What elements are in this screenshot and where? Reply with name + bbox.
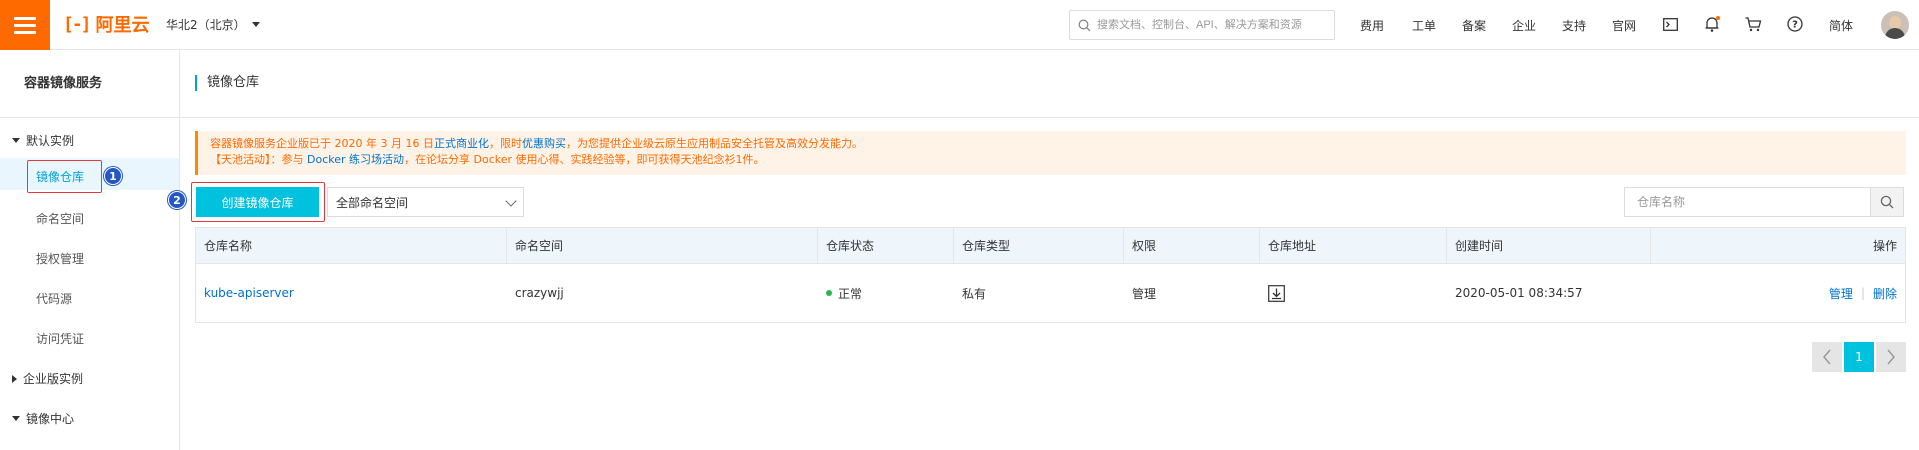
notice-text: 容器镜像服务企业版已于 2020 年 3 月 16 日 bbox=[210, 137, 434, 150]
repo-search-input[interactable] bbox=[1625, 188, 1870, 216]
col-header-name: 仓库名称 bbox=[196, 228, 507, 263]
divider bbox=[0, 117, 180, 118]
top-bar: [-] 阿里云 华北2（北京） 费用 工单 备案 企业 支持 官网 ? 简体 bbox=[0, 0, 1919, 50]
delete-link[interactable]: 删除 bbox=[1873, 285, 1897, 302]
sidebar-item-authorization[interactable]: 授权管理 bbox=[36, 250, 84, 267]
step-badge-2: 2 bbox=[168, 191, 186, 209]
bell-icon[interactable] bbox=[1703, 15, 1721, 33]
notice-banner: 容器镜像服务企业版已于 2020 年 3 月 16 日正式商业化，限时优惠购买，… bbox=[195, 131, 1906, 175]
highlight-box bbox=[27, 160, 102, 193]
caret-down-icon bbox=[12, 138, 20, 143]
col-header-actions: 操作 bbox=[1872, 239, 1897, 253]
manage-link[interactable]: 管理 bbox=[1829, 285, 1853, 302]
cell-actions: 管理 | 删除 bbox=[1651, 264, 1905, 322]
global-search[interactable] bbox=[1069, 10, 1335, 40]
repo-table: 仓库名称 命名空间 仓库状态 仓库类型 权限 仓库地址 创建时间 操作 kube… bbox=[195, 227, 1906, 323]
search-icon bbox=[1078, 19, 1091, 31]
nav-website[interactable]: 官网 bbox=[1612, 17, 1636, 34]
download-icon[interactable] bbox=[1268, 284, 1285, 302]
cell-name: kube-apiserver bbox=[196, 264, 507, 322]
col-header-status: 仓库状态 bbox=[818, 228, 954, 263]
main-header: 镜像仓库 bbox=[180, 50, 1919, 117]
sidebar-group-label: 企业版实例 bbox=[23, 372, 84, 386]
notice-text: ，为您提供企业级云原生应用制品安全托管及高效分发能力。 bbox=[565, 137, 863, 150]
nav-tickets[interactable]: 工单 bbox=[1412, 17, 1436, 34]
caret-down-icon bbox=[251, 22, 260, 27]
col-header-namespace: 命名空间 bbox=[507, 228, 818, 263]
region-selector[interactable]: 华北2（北京） bbox=[166, 16, 260, 33]
namespace-select-value: 全部命名空间 bbox=[336, 195, 409, 210]
notice-text: 【天池活动】：参与 bbox=[210, 153, 307, 166]
cell-namespace: crazywjj bbox=[515, 286, 564, 300]
cell-status: 正常 bbox=[818, 264, 954, 322]
repo-name-link[interactable]: kube-apiserver bbox=[204, 286, 294, 300]
region-label: 华北2（北京） bbox=[166, 18, 246, 32]
repo-search bbox=[1624, 187, 1904, 217]
cart-icon[interactable] bbox=[1744, 15, 1762, 33]
sidebar-group-label: 镜像中心 bbox=[26, 412, 75, 426]
caret-right-icon bbox=[12, 374, 17, 383]
docker-activity-link[interactable]: Docker 练习场活动 bbox=[307, 153, 404, 166]
global-search-input[interactable] bbox=[1097, 19, 1327, 31]
chevron-down-icon bbox=[505, 195, 517, 207]
sidebar-group-enterprise[interactable]: 企业版实例 bbox=[12, 370, 83, 387]
chevron-right-icon bbox=[1887, 349, 1895, 365]
search-icon bbox=[1880, 195, 1894, 209]
chevron-left-icon bbox=[1823, 349, 1831, 365]
sidebar-group-default[interactable]: 默认实例 bbox=[12, 132, 74, 149]
nav-fees[interactable]: 费用 bbox=[1360, 17, 1384, 34]
nav-icp[interactable]: 备案 bbox=[1462, 17, 1486, 34]
separator: | bbox=[1860, 286, 1865, 300]
commercial-link[interactable]: 正式商业化 bbox=[434, 137, 489, 150]
cell-address bbox=[1260, 264, 1447, 322]
svg-text:?: ? bbox=[1792, 20, 1798, 31]
language-switch[interactable]: 简体 bbox=[1829, 17, 1853, 34]
sidebar-group-image-center[interactable]: 镜像中心 bbox=[12, 410, 74, 427]
nav-support[interactable]: 支持 bbox=[1562, 17, 1586, 34]
highlight-box bbox=[191, 182, 325, 222]
next-page-button[interactable] bbox=[1876, 342, 1906, 372]
logo-mark-icon: [-] bbox=[63, 13, 91, 35]
status-text: 正常 bbox=[838, 286, 863, 301]
status-dot-icon bbox=[826, 290, 832, 296]
nav-enterprise[interactable]: 企业 bbox=[1512, 17, 1536, 34]
divider bbox=[180, 117, 1919, 118]
page-button[interactable]: 1 bbox=[1844, 342, 1874, 372]
menu-icon[interactable] bbox=[0, 0, 50, 50]
sidebar-item-namespaces[interactable]: 命名空间 bbox=[36, 210, 84, 227]
notice-text: ，限时 bbox=[488, 137, 522, 150]
table-header: 仓库名称 命名空间 仓库状态 仓库类型 权限 仓库地址 创建时间 操作 bbox=[196, 228, 1905, 264]
discount-link[interactable]: 优惠购买 bbox=[522, 137, 566, 150]
avatar[interactable] bbox=[1881, 11, 1909, 39]
sidebar-group-label: 默认实例 bbox=[26, 134, 75, 148]
repo-search-button[interactable] bbox=[1870, 188, 1903, 216]
help-icon[interactable]: ? bbox=[1786, 15, 1804, 33]
col-header-address: 仓库地址 bbox=[1260, 228, 1447, 263]
cell-created: 2020-05-01 08:34:57 bbox=[1455, 286, 1583, 300]
caret-down-icon bbox=[12, 416, 20, 421]
namespace-select[interactable]: 全部命名空间 bbox=[327, 187, 524, 217]
sidebar-item-code-source[interactable]: 代码源 bbox=[36, 290, 72, 307]
cell-permission: 管理 bbox=[1132, 286, 1157, 301]
col-header-created: 创建时间 bbox=[1447, 228, 1651, 263]
cell-type: 私有 bbox=[962, 286, 987, 301]
prev-page-button[interactable] bbox=[1812, 342, 1842, 372]
table-row: kube-apiserver crazywjj 正常 私有 管理 2020-05… bbox=[196, 264, 1905, 322]
sidebar-item-access-credentials[interactable]: 访问凭证 bbox=[36, 330, 84, 347]
step-badge-1: 1 bbox=[104, 167, 122, 185]
page-title: 镜像仓库 bbox=[195, 75, 259, 91]
sidebar-title: 容器镜像服务 bbox=[24, 76, 103, 91]
logo-text: 阿里云 bbox=[95, 15, 150, 36]
notice-text: ，在论坛分享 Docker 使用心得、实践经验等，即可获得天池纪念衫1件。 bbox=[404, 153, 765, 166]
col-header-type: 仓库类型 bbox=[954, 228, 1124, 263]
aliyun-logo[interactable]: [-] 阿里云 bbox=[63, 13, 150, 37]
terminal-icon[interactable] bbox=[1661, 15, 1679, 33]
notice-line-1: 容器镜像服务企业版已于 2020 年 3 月 16 日正式商业化，限时优惠购买，… bbox=[210, 136, 1906, 152]
col-header-permission: 权限 bbox=[1124, 228, 1260, 263]
sidebar: 容器镜像服务 默认实例 镜像仓库 命名空间 授权管理 代码源 访问凭证 企业版实… bbox=[0, 50, 180, 450]
notice-line-2: 【天池活动】：参与 Docker 练习场活动，在论坛分享 Docker 使用心得… bbox=[210, 152, 1906, 168]
